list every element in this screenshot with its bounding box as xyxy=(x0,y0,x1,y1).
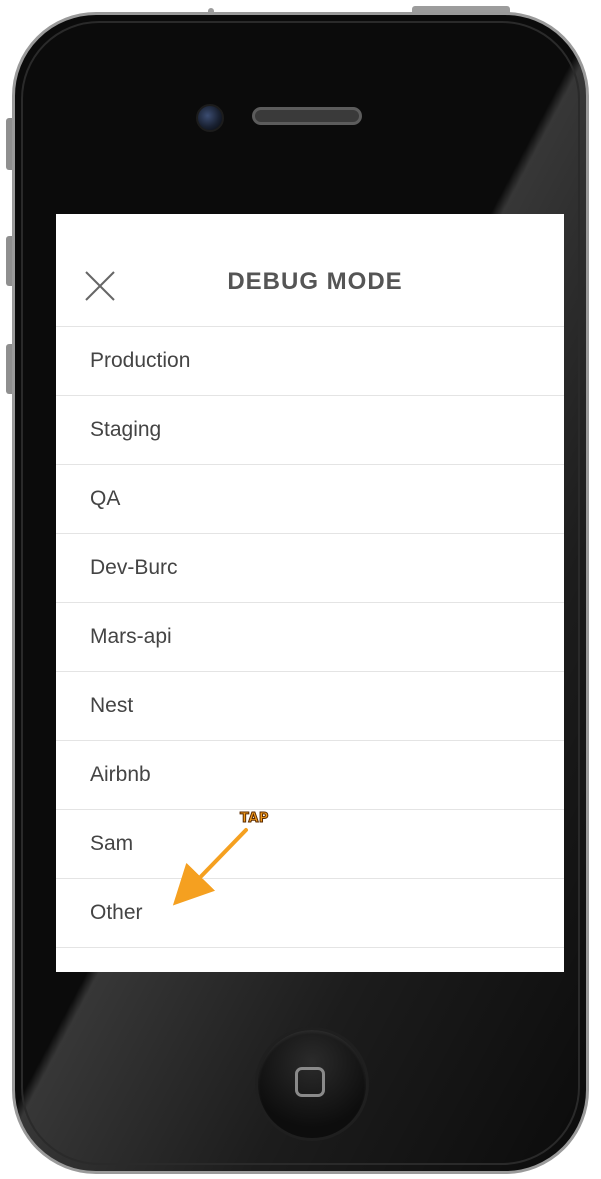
list-item-label: Sam xyxy=(90,832,134,855)
list-item-qa[interactable]: QA xyxy=(56,465,564,534)
page-title: DEBUG MODE xyxy=(227,268,403,295)
home-square-icon xyxy=(295,1067,325,1097)
list-item-label: Dev-Burc xyxy=(90,556,178,579)
list-item-label: Nest xyxy=(90,694,134,717)
app-screen: DEBUG MODE Production Staging QA Dev-Burc Ma… xyxy=(56,214,564,972)
list-item-other[interactable]: Other xyxy=(56,879,564,948)
list-item-mars-api[interactable]: Mars-api xyxy=(56,603,564,672)
environment-list: Production Staging QA Dev-Burc Mars-api Nest A… xyxy=(56,327,564,948)
list-item-label: Production xyxy=(90,349,191,372)
list-item-staging[interactable]: Staging xyxy=(56,396,564,465)
list-item-nest[interactable]: Nest xyxy=(56,672,564,741)
device-mockup: DEBUG MODE Production Staging QA Dev-Burc Ma… xyxy=(0,0,601,1179)
camera-icon xyxy=(196,104,224,132)
list-item-label: Staging xyxy=(90,418,162,441)
speaker-icon xyxy=(252,107,362,125)
tap-label: TAP xyxy=(240,811,269,827)
header: DEBUG MODE xyxy=(56,214,564,327)
list-item-label: Other xyxy=(90,901,143,924)
list-item-dev-burc[interactable]: Dev-Burc xyxy=(56,534,564,603)
list-item-label: Mars-api xyxy=(90,625,172,648)
list-item-production[interactable]: Production xyxy=(56,327,564,396)
list-item-label: Airbnb xyxy=(90,763,151,786)
list-item-sam[interactable]: Sam xyxy=(56,810,564,879)
list-item-airbnb[interactable]: Airbnb xyxy=(56,741,564,810)
home-button[interactable] xyxy=(255,1027,369,1141)
list-item-label: QA xyxy=(90,487,121,510)
